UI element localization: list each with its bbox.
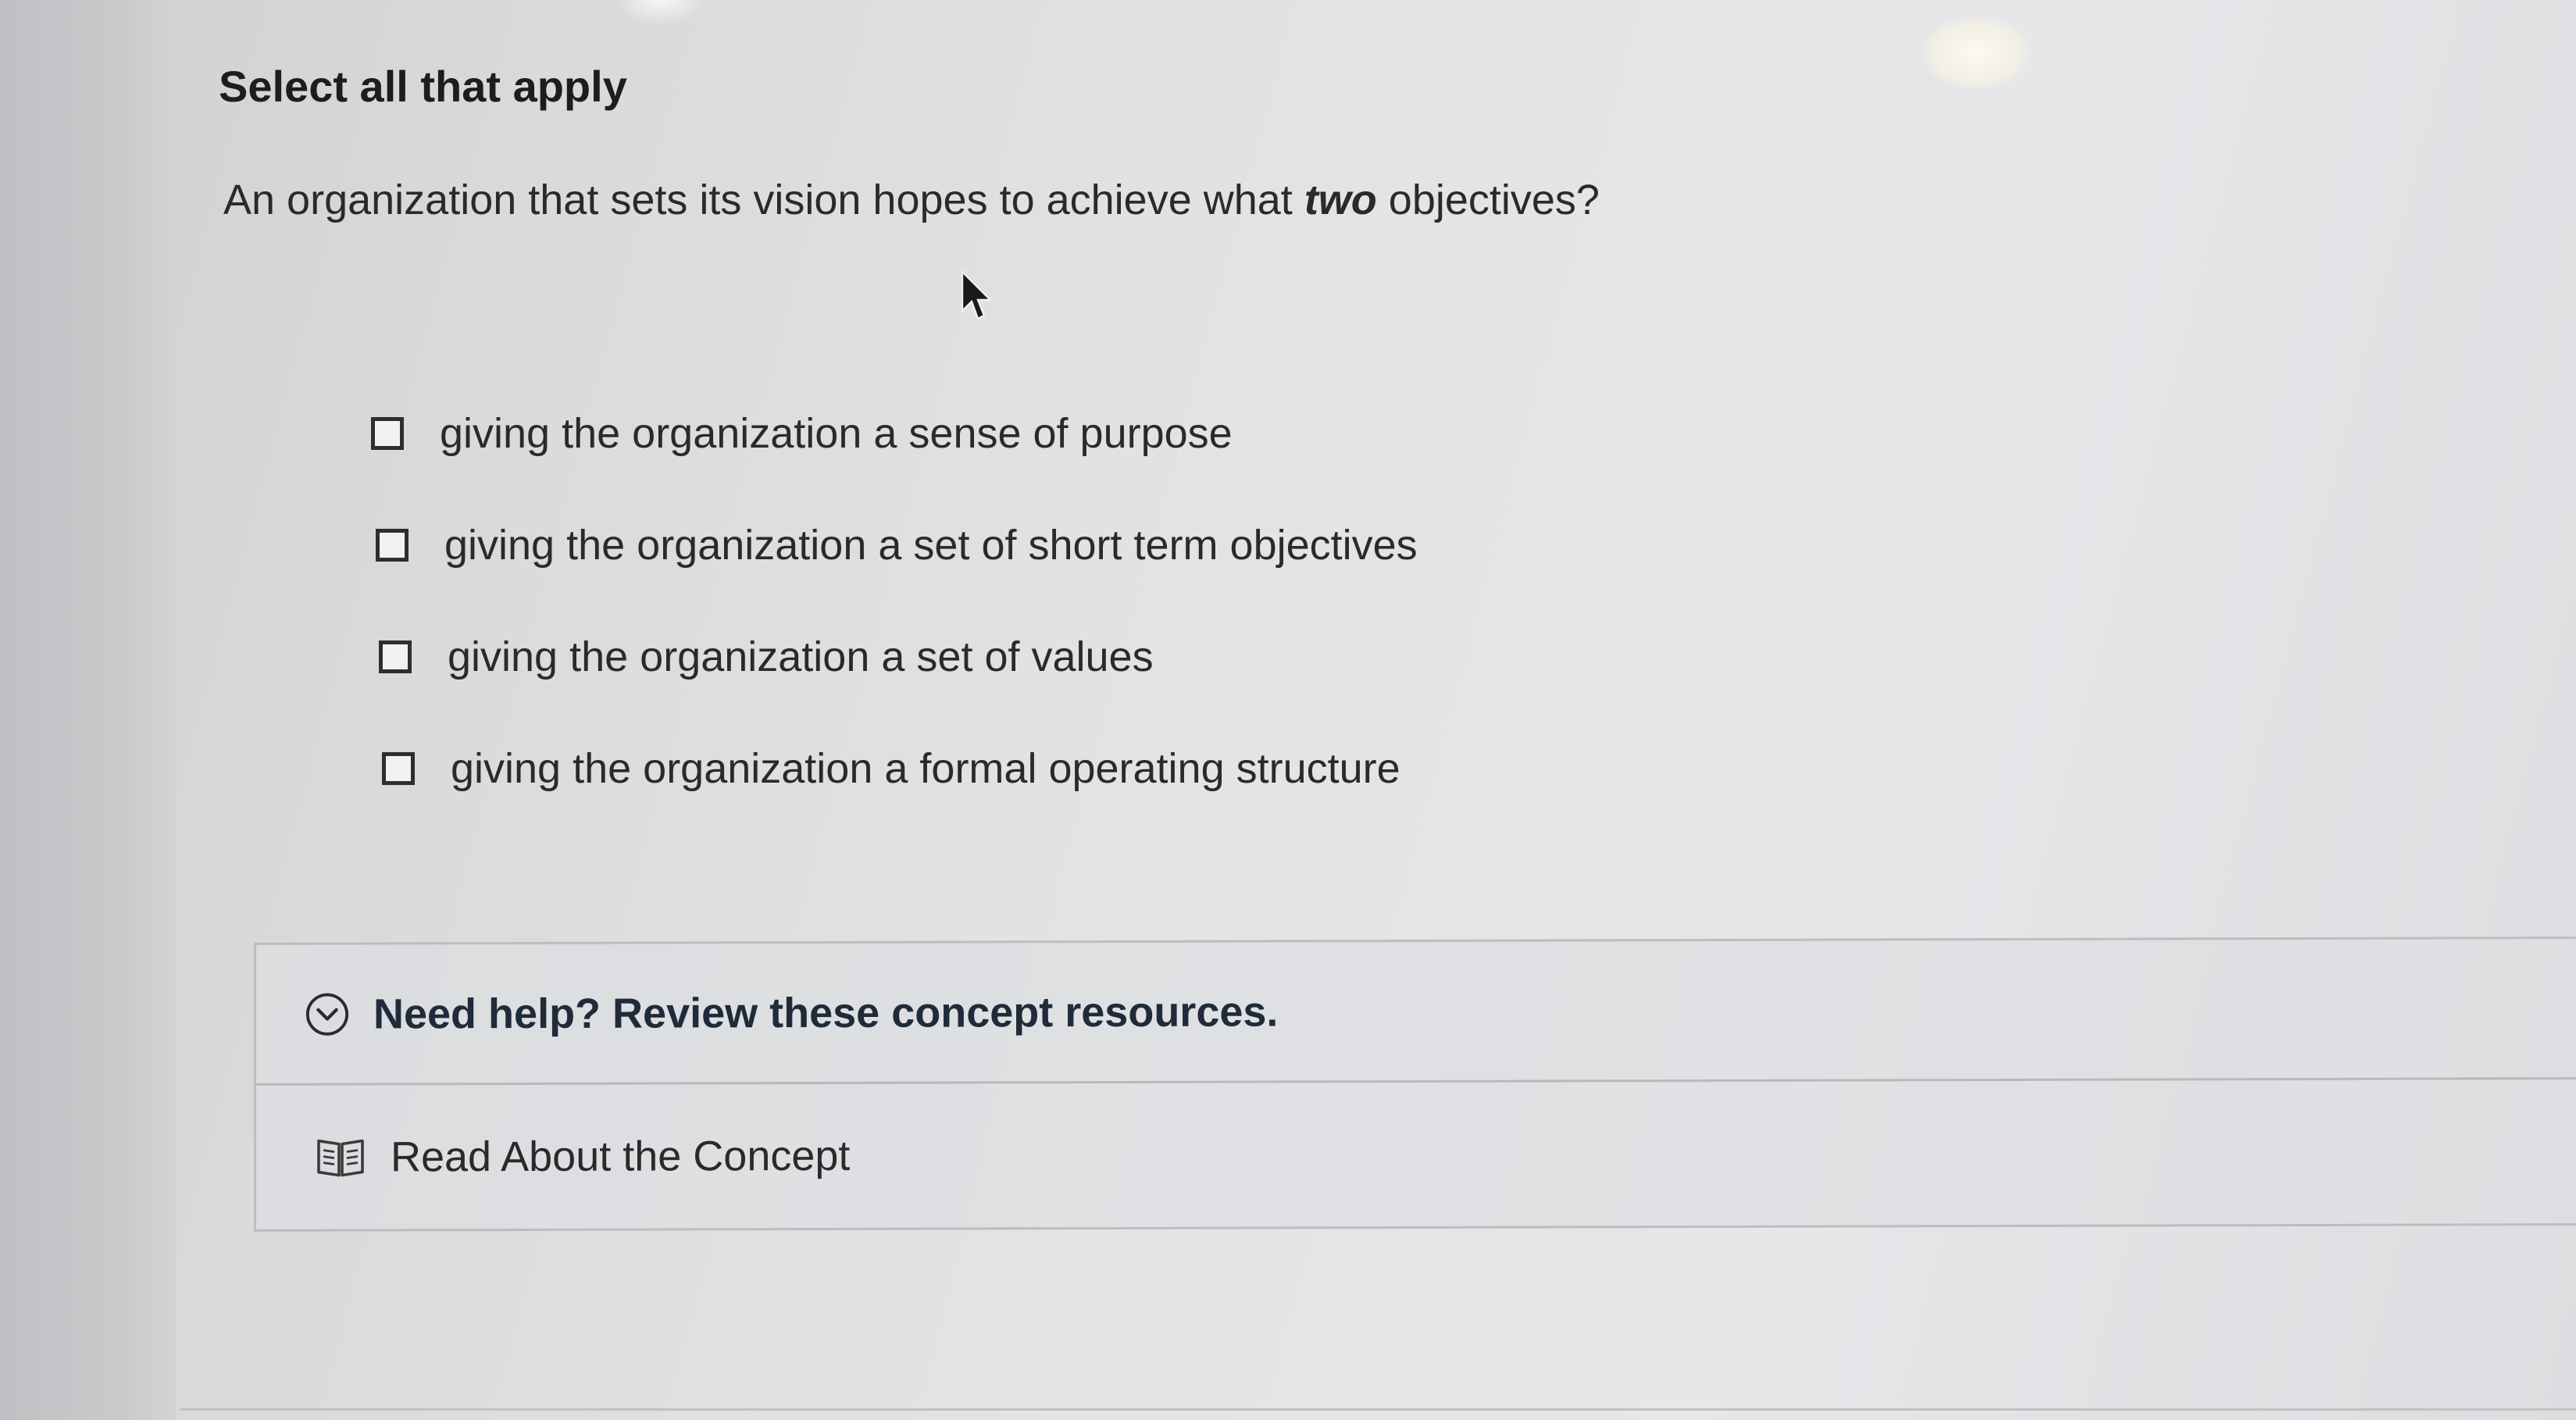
concept-resources-title: Need help? Review these concept resource… (373, 987, 1279, 1037)
answer-option[interactable]: giving the organization a formal operati… (382, 741, 1418, 796)
answer-checkbox[interactable] (371, 417, 404, 450)
screen-glare-top (617, 0, 703, 23)
screen-bezel (0, 0, 176, 1420)
concept-resources-panel: Need help? Review these concept resource… (254, 937, 2576, 1232)
answer-option-label: giving the organization a set of values (448, 633, 1154, 680)
instruction-heading: Select all that apply (219, 62, 627, 111)
answer-checkbox[interactable] (376, 529, 409, 562)
mouse-cursor-icon (961, 269, 990, 320)
answer-option[interactable]: giving the organization a set of short t… (376, 518, 1418, 573)
answer-checkbox[interactable] (379, 640, 412, 673)
read-about-concept-link[interactable]: Read About the Concept (256, 1079, 2576, 1229)
answer-option[interactable]: giving the organization a sense of purpo… (371, 406, 1418, 461)
answer-option-label: giving the organization a formal operati… (451, 745, 1400, 792)
chevron-down-circle-icon (305, 993, 349, 1036)
question-text-start: An organization that sets its vision hop… (223, 177, 1304, 223)
answer-checkbox[interactable] (382, 752, 415, 785)
answer-option-label: giving the organization a set of short t… (444, 522, 1418, 569)
question-emphasis: two (1304, 177, 1377, 223)
question-text: An organization that sets its vision hop… (223, 176, 1600, 224)
answer-options: giving the organization a sense of purpo… (371, 406, 1418, 853)
page-divider (180, 1408, 2576, 1411)
concept-resources-toggle[interactable]: Need help? Review these concept resource… (256, 939, 2576, 1086)
screen-glare (1921, 16, 2031, 90)
read-about-concept-label: Read About the Concept (391, 1132, 851, 1181)
book-icon (317, 1139, 364, 1177)
answer-option[interactable]: giving the organization a set of values (379, 630, 1418, 684)
question-text-end: objectives? (1376, 177, 1600, 223)
answer-option-label: giving the organization a sense of purpo… (440, 410, 1233, 457)
